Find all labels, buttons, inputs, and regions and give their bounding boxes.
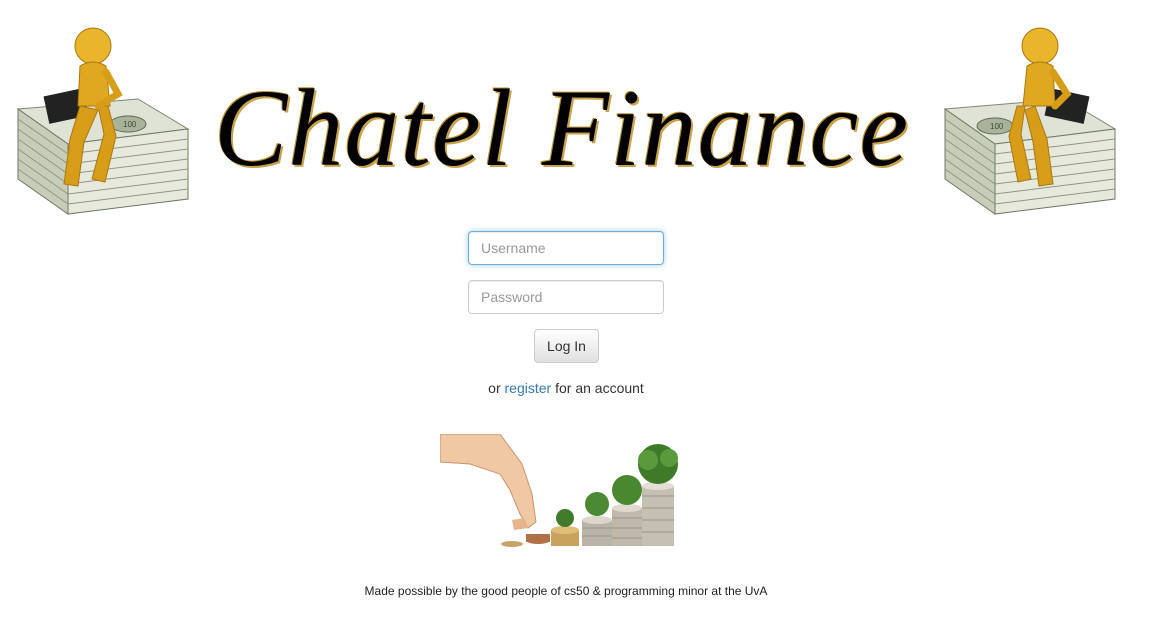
password-input[interactable] — [468, 280, 664, 314]
site-title: Chatel Finance — [214, 67, 910, 189]
svg-text:100: 100 — [990, 122, 1004, 131]
register-link[interactable]: register — [505, 380, 552, 396]
hand-coins-growth-icon — [440, 434, 678, 547]
username-input[interactable] — [468, 231, 664, 265]
register-prompt: or register for an account — [0, 379, 1132, 397]
footer-credits: Made possible by the good people of cs50… — [364, 584, 768, 598]
svg-text:100: 100 — [123, 120, 137, 129]
register-prefix: or — [488, 380, 501, 396]
login-page: 100 Chatel Finance 100 Username Log In o… — [0, 0, 1150, 642]
gold-figure-on-money-stack-icon: 100 — [16, 27, 190, 215]
register-suffix: for an account — [555, 380, 644, 396]
login-button[interactable]: Log In — [534, 329, 599, 363]
gold-figure-on-money-stack-icon: 100 — [943, 27, 1117, 215]
